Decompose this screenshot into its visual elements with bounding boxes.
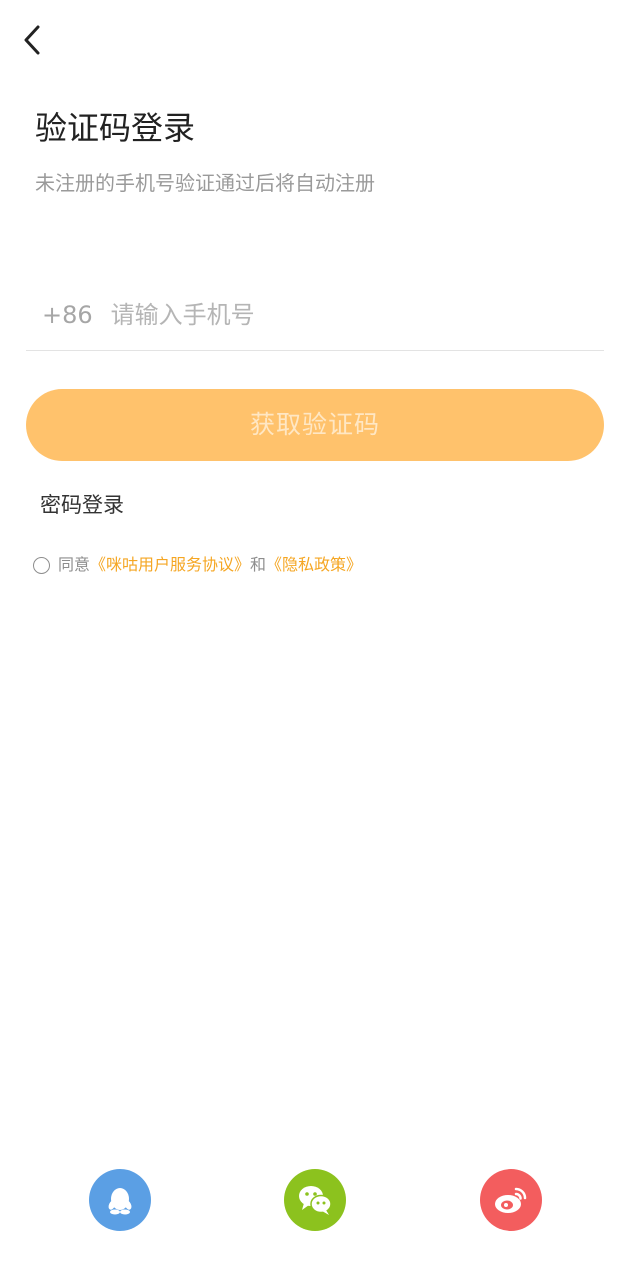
- agreement-prefix: 同意: [58, 555, 91, 574]
- agreement-row: 同意 《咪咕用户服务协议》 和 《隐私政策》: [33, 553, 362, 577]
- qq-login-button[interactable]: [89, 1169, 151, 1231]
- page-subtitle: 未注册的手机号验证通过后将自动注册: [35, 171, 375, 195]
- chevron-left-icon: [24, 25, 40, 55]
- get-code-button[interactable]: 获取验证码: [26, 389, 604, 461]
- weibo-login-button[interactable]: [480, 1169, 542, 1231]
- user-agreement-link[interactable]: 《咪咕用户服务协议》: [90, 553, 250, 577]
- agreement-conjunction: 和: [250, 555, 267, 574]
- agreement-checkbox[interactable]: [33, 556, 50, 574]
- country-code[interactable]: +86: [42, 301, 93, 329]
- page-title: 验证码登录: [35, 109, 196, 147]
- back-button[interactable]: [18, 22, 50, 58]
- password-login-link[interactable]: 密码登录: [40, 490, 124, 520]
- phone-field-row: +86: [26, 280, 604, 351]
- wechat-icon: [299, 1186, 332, 1215]
- wechat-login-button[interactable]: [284, 1169, 346, 1231]
- phone-input[interactable]: [110, 301, 531, 329]
- privacy-policy-link[interactable]: 《隐私政策》: [266, 553, 362, 577]
- login-page: 验证码登录 未注册的手机号验证通过后将自动注册 +86 获取验证码 密码登录 同…: [0, 0, 630, 1280]
- weibo-icon: [495, 1187, 527, 1213]
- qq-penguin-icon: [108, 1188, 132, 1215]
